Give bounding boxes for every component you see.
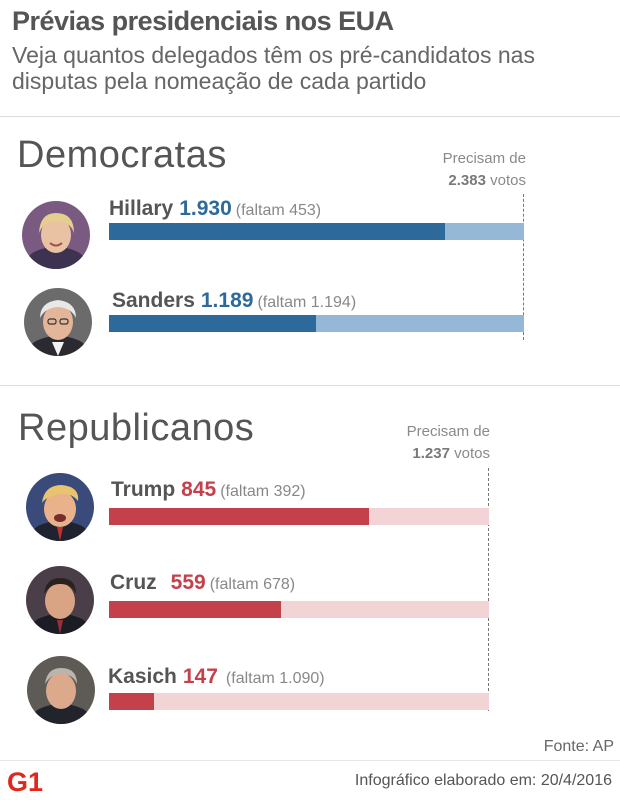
page-subtitle: Veja quantos delegados têm os pré-candid…: [12, 42, 535, 94]
bar-fill-hillary: [109, 223, 446, 240]
divider: [0, 760, 620, 761]
candidate-label-hillary: Hillary 1.930 (faltam 453): [109, 197, 321, 221]
page-title: Prévias presidenciais nos EUA: [12, 6, 394, 36]
bar-track-sanders: [109, 315, 524, 332]
avatar-hillary: [22, 201, 90, 269]
candidate-name: Sanders: [112, 289, 195, 312]
candidate-remaining: (faltam 453): [235, 202, 322, 219]
bar-fill-kasich: [109, 693, 155, 710]
bar-fill-trump: [109, 508, 369, 525]
section-title-republicanos: Republicanos: [18, 407, 255, 449]
svg-text:G1: G1: [7, 767, 43, 794]
divider: [0, 385, 620, 386]
section-title-democratas: Democratas: [17, 134, 227, 176]
credit-label: Infográfico elaborado em: 20/4/2016: [354, 772, 612, 789]
candidate-value: 1.930: [179, 197, 232, 220]
candidate-label-cruz: Cruz 559 (faltam 678): [110, 571, 295, 595]
candidate-value: 1.189: [200, 289, 254, 312]
avatar-trump: [26, 473, 94, 541]
candidate-remaining: (faltam 678): [209, 576, 296, 593]
candidate-remaining: (faltam 1.194): [257, 294, 357, 311]
g1-logo: G1: [6, 766, 46, 797]
candidate-remaining: (faltam 1.090): [225, 670, 325, 687]
target-label-democratas: Precisam de 2.383 votos: [442, 150, 526, 189]
bar-track-hillary: [109, 223, 524, 240]
candidate-label-kasich: Kasich 147 (faltam 1.090): [108, 665, 325, 689]
source-label: Fonte: AP: [543, 738, 614, 755]
candidate-label-sanders: Sanders 1.189 (faltam 1.194): [112, 289, 356, 313]
divider: [0, 116, 620, 117]
candidate-name: Trump: [111, 478, 176, 501]
candidate-value: 147: [182, 665, 218, 688]
target-line-republicanos: [488, 468, 489, 711]
candidate-name: Hillary: [109, 197, 174, 220]
candidate-remaining: (faltam 392): [220, 483, 306, 500]
avatar-cruz: [26, 566, 94, 634]
candidate-name: Kasich: [108, 665, 177, 688]
candidate-value: 559: [170, 571, 206, 594]
target-label-republicanos: Precisam de 1.237 votos: [406, 423, 490, 462]
bar-track-kasich: [109, 693, 489, 710]
bar-track-trump: [109, 508, 489, 525]
candidate-value: 845: [181, 478, 217, 501]
candidate-label-trump: Trump 845 (faltam 392): [111, 478, 306, 502]
candidate-name: Cruz: [110, 571, 157, 594]
avatar-kasich: [27, 656, 95, 724]
bar-track-cruz: [109, 601, 489, 618]
bar-fill-sanders: [109, 315, 317, 332]
bar-fill-cruz: [109, 601, 281, 618]
avatar-sanders: [24, 288, 92, 356]
